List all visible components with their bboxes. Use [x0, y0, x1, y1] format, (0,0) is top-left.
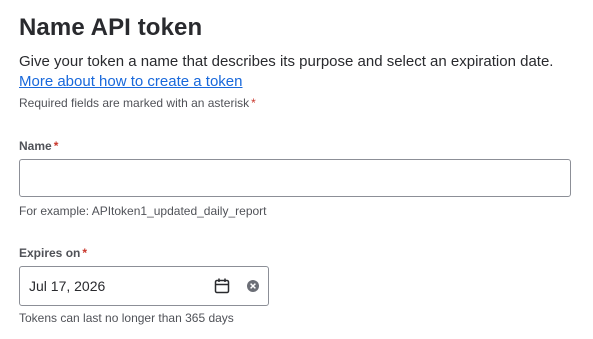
- page-description: Give your token a name that describes it…: [19, 53, 554, 70]
- name-label-text: Name: [19, 139, 52, 153]
- required-note-text: Required fields are marked with an aster…: [19, 96, 250, 110]
- required-asterisk: *: [82, 246, 88, 260]
- required-fields-note: Required fields are marked with an aster…: [19, 96, 256, 110]
- expires-label-text: Expires on: [19, 246, 81, 260]
- name-helper-text: For example: APItoken1_updated_daily_rep…: [19, 204, 267, 218]
- name-input[interactable]: [19, 159, 571, 197]
- calendar-icon[interactable]: [214, 278, 230, 294]
- expiration-date-value[interactable]: Jul 17, 2026: [29, 278, 105, 294]
- required-asterisk: *: [53, 139, 59, 153]
- required-asterisk: *: [251, 96, 256, 110]
- expiration-helper-text: Tokens can last no longer than 365 days: [19, 311, 234, 325]
- name-field-label: Name *: [19, 139, 58, 153]
- clear-icon[interactable]: [246, 279, 260, 293]
- page-title: Name API token: [19, 14, 203, 41]
- expiration-date-picker[interactable]: Jul 17, 2026: [19, 266, 269, 306]
- create-token-help-link[interactable]: More about how to create a token: [19, 73, 242, 90]
- expires-field-label: Expires on *: [19, 246, 87, 260]
